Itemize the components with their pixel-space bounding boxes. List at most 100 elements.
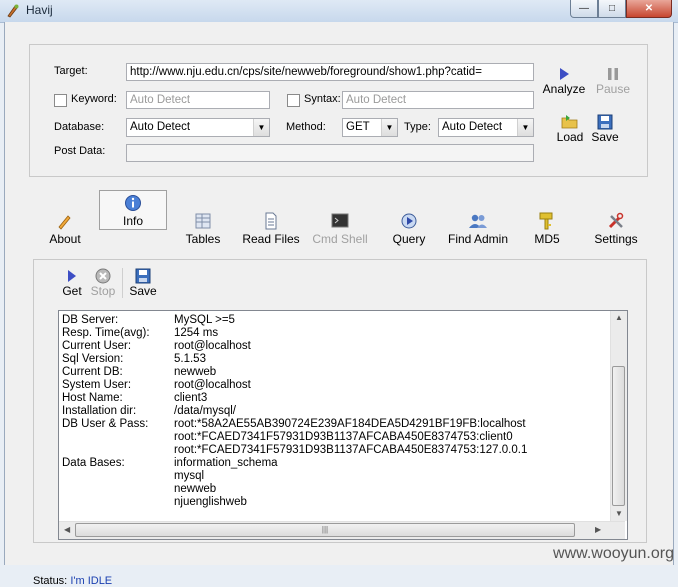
method-select[interactable]: GET ▼ <box>342 118 398 137</box>
pause-icon <box>608 68 618 80</box>
key-icon <box>539 212 553 230</box>
get-label: Get <box>62 284 82 298</box>
vertical-scroll-thumb[interactable] <box>612 366 625 506</box>
nav-find-admin[interactable]: Find Admin <box>443 212 513 252</box>
nav-query[interactable]: Query <box>387 212 431 252</box>
havij-app-icon <box>7 4 19 18</box>
info-row-value: client3 <box>174 392 208 404</box>
info-row-key: Resp. Time(avg): <box>62 327 150 339</box>
info-row-key: Installation dir: <box>62 405 137 417</box>
scroll-up-arrow[interactable]: ▲ <box>615 313 623 322</box>
pause-button[interactable]: Pause <box>593 66 633 96</box>
minimize-button[interactable]: — <box>570 0 598 18</box>
nav-info[interactable]: Info <box>99 190 167 230</box>
nav-md5[interactable]: MD5 <box>529 212 565 252</box>
status-bar: Status: I'm IDLE <box>33 575 112 587</box>
get-button[interactable]: Get <box>60 268 84 298</box>
nav-read-files[interactable]: Read Files <box>241 212 301 252</box>
floppy-disk-icon <box>597 114 613 130</box>
info-row-key: Current DB: <box>62 366 123 378</box>
horizontal-scroll-thumb[interactable]: ||| <box>75 523 575 537</box>
info-row-key: Current User: <box>62 340 132 352</box>
scroll-right-arrow[interactable]: ▶ <box>595 525 601 534</box>
analyze-label: Analyze <box>542 82 586 96</box>
info-output-textarea[interactable]: DB Server: MySQL >=5 Resp. Time(avg): 1254 … <box>58 310 628 540</box>
info-row-value: newweb <box>174 483 217 495</box>
main-window: Target: http://www.nju.edu.cn/cps/site/n… <box>4 22 674 587</box>
syntax-label: Syntax: <box>304 93 341 105</box>
chevron-down-icon: ▼ <box>381 119 397 136</box>
load-button[interactable]: Load <box>553 114 587 144</box>
nav-tables-label: Tables <box>185 232 221 246</box>
syntax-checkbox[interactable] <box>287 94 300 107</box>
keyword-input[interactable]: Auto Detect <box>126 91 270 109</box>
type-select-value: Auto Detect <box>442 121 503 133</box>
nav-settings-label: Settings <box>594 232 638 246</box>
scroll-left-arrow[interactable]: ◀ <box>64 525 70 534</box>
nav-read-files-label: Read Files <box>242 232 300 246</box>
save-results-button[interactable]: Save <box>128 268 158 298</box>
info-row-value: mysql <box>174 470 205 482</box>
method-select-value: GET <box>346 121 370 133</box>
nav-md5-label: MD5 <box>534 232 560 246</box>
analyze-button[interactable]: Analyze <box>541 66 587 96</box>
save-target-label: Save <box>591 130 619 144</box>
maximize-button[interactable]: □ <box>598 0 626 18</box>
nav-cmd-shell-label: Cmd Shell <box>312 232 368 246</box>
nav-query-label: Query <box>392 232 426 246</box>
users-icon <box>469 214 487 228</box>
info-row-value: information_schema <box>174 457 278 469</box>
info-panel: Get Stop Save DB Server: MySQL >=5 Resp. T… <box>33 259 647 543</box>
watermark-text: www.wooyun.org <box>553 545 674 562</box>
play-icon <box>560 68 569 80</box>
target-url-input[interactable]: http://www.nju.edu.cn/cps/site/newweb/fo… <box>126 63 534 81</box>
stop-button[interactable]: Stop <box>88 268 118 298</box>
file-icon <box>265 212 277 230</box>
vertical-scrollbar[interactable]: ▲ ▼ <box>610 311 627 521</box>
info-row-value: newweb <box>174 366 217 378</box>
database-label: Database: <box>54 121 105 133</box>
query-icon <box>401 213 417 229</box>
info-row-value: /data/mysql/ <box>174 405 236 417</box>
info-row-key: DB User & Pass: <box>62 418 149 430</box>
tools-icon <box>608 212 624 229</box>
info-row-value: root:*FCAED7341F57931D93B1137AFCABA450E8… <box>174 444 528 456</box>
pause-label: Pause <box>595 82 631 96</box>
window-title: Havij <box>26 3 53 17</box>
load-label: Load <box>556 130 584 144</box>
syntax-input[interactable]: Auto Detect <box>342 91 534 109</box>
nav-about[interactable]: About <box>43 212 87 252</box>
database-select[interactable]: Auto Detect ▼ <box>126 118 270 137</box>
info-row-key: System User: <box>62 379 132 391</box>
save-target-button[interactable]: Save <box>589 114 621 144</box>
chevron-down-icon: ▼ <box>517 119 533 136</box>
postdata-input[interactable] <box>126 144 534 162</box>
status-value: I'm IDLE <box>70 575 113 587</box>
info-row-value: root@localhost <box>174 379 251 391</box>
info-row-value: 1254 ms <box>174 327 219 339</box>
nav-cmd-shell[interactable]: Cmd Shell <box>309 212 371 252</box>
keyword-checkbox[interactable] <box>54 94 67 107</box>
terminal-icon <box>331 213 349 228</box>
info-row-value: root:*FCAED7341F57931D93B1137AFCABA450E8… <box>174 431 513 443</box>
method-label: Method: <box>286 121 326 133</box>
database-select-value: Auto Detect <box>130 121 191 133</box>
type-select[interactable]: Auto Detect ▼ <box>438 118 534 137</box>
nav-settings[interactable]: Settings <box>591 212 641 252</box>
close-button[interactable]: ✕ <box>626 0 672 18</box>
info-row-value: root:*58A2AE55AB390724E239AF184DEA5D4291… <box>174 418 526 430</box>
info-row-value: njuenglishweb <box>174 496 247 508</box>
info-row-key: Data Bases: <box>62 457 125 469</box>
info-row-value: MySQL >=5 <box>174 314 235 326</box>
info-row-key: DB Server: <box>62 314 119 326</box>
target-group: Target: http://www.nju.edu.cn/cps/site/n… <box>29 44 648 177</box>
nav-find-admin-label: Find Admin <box>447 232 509 246</box>
target-label: Target: <box>54 65 88 77</box>
toolbar-separator <box>122 268 123 298</box>
nav-tables[interactable]: Tables <box>181 212 225 252</box>
horizontal-scrollbar[interactable]: ◀ ||| ▶ <box>59 521 625 539</box>
nav-info-label: Info <box>122 214 143 228</box>
stop-icon <box>95 268 111 284</box>
scroll-down-arrow[interactable]: ▼ <box>615 509 623 518</box>
info-icon <box>125 195 141 211</box>
